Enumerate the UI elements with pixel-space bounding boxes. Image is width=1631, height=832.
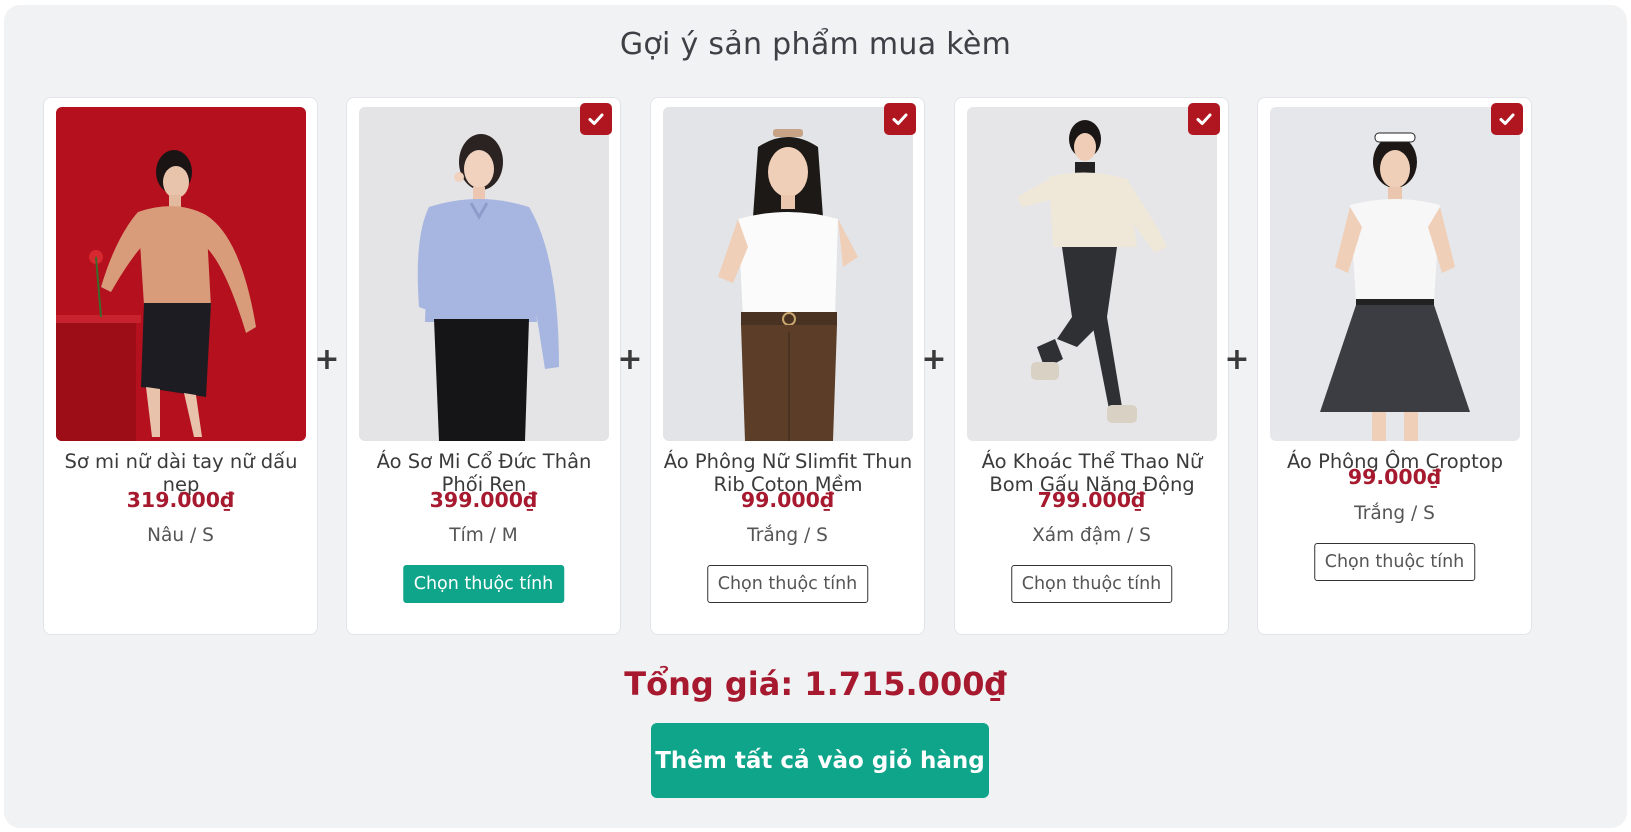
choose-attributes-button-3[interactable]: Chọn thuộc tính <box>706 565 869 603</box>
product-card-5[interactable]: Áo Phông Ôm Croptop 99.000₫ Trắng / S Ch… <box>1257 97 1532 635</box>
total-price: Tổng giá: 1.715.000₫ <box>624 665 1007 703</box>
product-image-2[interactable] <box>359 107 609 441</box>
product-card-4[interactable]: Áo Khoác Thể Thao Nữ Bom Gấu Năng Động 7… <box>954 97 1229 635</box>
product-price-5: 99.000₫ <box>1347 465 1442 489</box>
selected-checkbox-3[interactable] <box>884 103 916 135</box>
plus-separator-2: + <box>617 342 643 377</box>
product-variant-5: Trắng / S <box>1354 503 1435 524</box>
checkmark-icon <box>1196 113 1212 125</box>
bundle-recommendation-panel: Gợi ý sản phẩm mua kèm Sơ mi nữ dài tay <box>4 5 1627 828</box>
choose-attributes-button-4[interactable]: Chọn thuộc tính <box>1010 565 1173 603</box>
product-price-2: 399.000₫ <box>429 488 538 512</box>
checkmark-icon <box>892 113 908 125</box>
product-variant-3: Trắng / S <box>747 525 828 546</box>
product-card-3[interactable]: Áo Phông Nữ Slimfit Thun Rib Coton Mềm 9… <box>650 97 925 635</box>
product-image-1[interactable] <box>56 107 306 441</box>
product-card-1[interactable]: Sơ mi nữ dài tay nữ dấu nẹp 319.000₫ Nâu… <box>43 97 318 635</box>
product-image-4[interactable] <box>967 107 1217 441</box>
checkmark-icon <box>1499 113 1515 125</box>
product-price-1: 319.000₫ <box>126 488 235 512</box>
checkmark-icon <box>588 113 604 125</box>
plus-separator-1: + <box>314 342 340 377</box>
product-price-3: 99.000₫ <box>740 488 835 512</box>
product-price-4: 799.000₫ <box>1037 488 1146 512</box>
product-variant-2: Tím / M <box>449 525 518 546</box>
choose-attributes-button-5[interactable]: Chọn thuộc tính <box>1313 543 1476 581</box>
selected-checkbox-4[interactable] <box>1188 103 1220 135</box>
product-image-5[interactable] <box>1270 107 1520 441</box>
selected-checkbox-2[interactable] <box>580 103 612 135</box>
selected-checkbox-5[interactable] <box>1491 103 1523 135</box>
product-image-3[interactable] <box>663 107 913 441</box>
plus-separator-3: + <box>921 342 947 377</box>
product-variant-4: Xám đậm / S <box>1032 525 1151 546</box>
product-variant-1: Nâu / S <box>147 525 214 546</box>
plus-separator-4: + <box>1224 342 1250 377</box>
add-all-to-cart-button[interactable]: Thêm tất cả vào giỏ hàng <box>651 723 989 798</box>
choose-attributes-button-2[interactable]: Chọn thuộc tính <box>402 565 565 603</box>
product-card-2[interactable]: Áo Sơ Mi Cổ Đức Thân Phối Ren 399.000₫ T… <box>346 97 621 635</box>
section-title: Gợi ý sản phẩm mua kèm <box>619 27 1012 62</box>
